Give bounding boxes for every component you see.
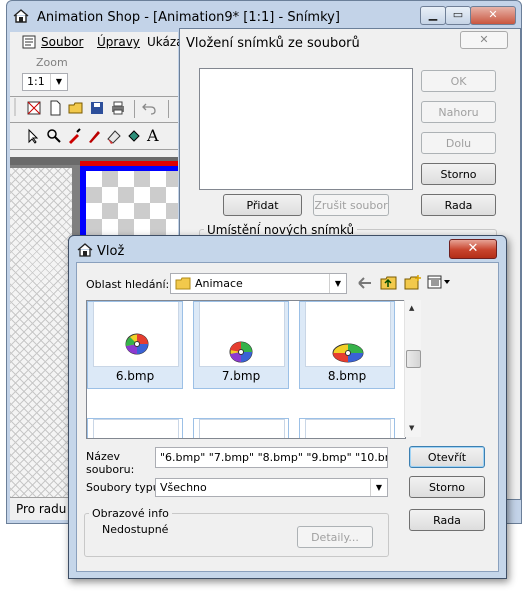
open-cancel-button[interactable]: Storno bbox=[409, 476, 485, 498]
open-folder-icon[interactable] bbox=[68, 100, 84, 116]
bmp-palette-icon bbox=[125, 333, 149, 355]
insert-dialog-close-button[interactable]: ✕ bbox=[460, 31, 508, 49]
minimize-button[interactable]: ▁ bbox=[420, 6, 446, 25]
app-home-icon bbox=[13, 9, 29, 23]
image-info-label: Obrazové info bbox=[89, 507, 172, 520]
menu-bar: Soubor Úpravy Ukáza bbox=[10, 32, 184, 52]
view-menu-icon[interactable] bbox=[427, 275, 451, 289]
look-in-value: Animace bbox=[195, 277, 243, 290]
close-icon: ✕ bbox=[467, 241, 479, 256]
file-tile[interactable]: 8.bmp bbox=[299, 301, 395, 389]
file-tile[interactable]: 7.bmp bbox=[193, 301, 289, 389]
file-list-scrollbar[interactable]: ▲ ▼ bbox=[404, 300, 421, 437]
file-thumbnail bbox=[305, 302, 391, 367]
frame-previous[interactable] bbox=[10, 168, 72, 497]
file-name: 7.bmp bbox=[221, 369, 261, 383]
image-info-value: Nedostupné bbox=[102, 523, 169, 536]
toolbar-area: Zoom 1:1 ▼ A bbox=[10, 52, 178, 157]
filetype-value: Všechno bbox=[160, 481, 207, 494]
down-button[interactable]: Dolu bbox=[421, 132, 496, 154]
fill-tool-icon[interactable] bbox=[126, 128, 142, 144]
minimize-icon: ▁ bbox=[428, 8, 438, 21]
eyedropper-tool-icon[interactable] bbox=[66, 128, 82, 144]
open-button[interactable]: Otevřít bbox=[409, 446, 485, 468]
open-dialog-title: Vlož bbox=[97, 244, 125, 259]
ok-button[interactable]: OK bbox=[421, 70, 496, 92]
filename-input[interactable]: "6.bmp" "7.bmp" "8.bmp" "9.bmp" "10.bmp"… bbox=[155, 447, 388, 468]
look-in-label: Oblast hledání: bbox=[86, 278, 170, 291]
details-button[interactable]: Detaily... bbox=[297, 526, 373, 548]
filename-label: Název souboru: bbox=[86, 450, 134, 476]
bmp-palette-icon bbox=[332, 343, 364, 363]
filetype-label: Soubory typu: bbox=[86, 481, 164, 494]
up-button[interactable]: Nahoru bbox=[421, 101, 496, 123]
main-close-button[interactable]: ✕ bbox=[470, 6, 516, 25]
maximize-icon: ▭ bbox=[452, 8, 464, 21]
zoom-tool-icon[interactable] bbox=[46, 128, 62, 144]
menu-soubor[interactable]: Soubor bbox=[41, 35, 83, 49]
file-thumbnail bbox=[93, 302, 179, 367]
up-folder-icon[interactable] bbox=[380, 274, 398, 290]
arrow-tool-icon[interactable] bbox=[26, 128, 42, 144]
file-name: 6.bmp bbox=[115, 369, 155, 383]
insert-dialog-title: Vložení snímků ze souborů bbox=[186, 36, 360, 51]
eraser-tool-icon[interactable] bbox=[106, 128, 122, 144]
add-file-button[interactable]: Přidat soubor... bbox=[223, 194, 302, 233]
insert-cancel-button[interactable]: Storno bbox=[421, 163, 496, 185]
chevron-down-icon: ▼ bbox=[50, 74, 67, 90]
close-icon: ✕ bbox=[488, 8, 498, 21]
zoom-label: Zoom bbox=[36, 56, 68, 69]
filetype-select[interactable]: Všechno ▼ bbox=[155, 478, 388, 497]
file-thumbnail bbox=[199, 302, 285, 367]
text-tool-icon[interactable]: A bbox=[147, 126, 159, 145]
remove-file-button[interactable]: Zrušit soubor bbox=[313, 194, 389, 216]
document-menu-icon[interactable] bbox=[22, 35, 36, 49]
folder-icon bbox=[175, 277, 191, 290]
file-tile[interactable] bbox=[193, 418, 289, 438]
file-name: 8.bmp bbox=[327, 369, 367, 383]
save-icon[interactable] bbox=[89, 100, 105, 116]
undo-icon[interactable] bbox=[141, 100, 157, 116]
filename-label-line2: souboru: bbox=[86, 463, 135, 476]
zoom-value: 1:1 bbox=[27, 75, 45, 88]
back-arrow-icon[interactable] bbox=[357, 276, 373, 290]
print-icon[interactable] bbox=[110, 100, 126, 116]
menu-upravy[interactable]: Úpravy bbox=[97, 35, 140, 49]
file-tile[interactable]: 6.bmp bbox=[87, 301, 183, 389]
file-tile[interactable] bbox=[299, 418, 395, 438]
new-animation-icon[interactable] bbox=[26, 100, 42, 116]
scroll-down-icon[interactable]: ▼ bbox=[409, 424, 414, 432]
bmp-palette-icon bbox=[229, 341, 253, 363]
chevron-down-icon: ▼ bbox=[329, 274, 346, 293]
open-help-button[interactable]: Rada bbox=[409, 509, 485, 531]
new-file-icon[interactable] bbox=[47, 100, 63, 116]
open-dialog-close-button[interactable]: ✕ bbox=[449, 239, 497, 259]
frames-file-list[interactable] bbox=[199, 68, 413, 190]
filename-label-line1: Název bbox=[86, 450, 121, 463]
scrollbar-thumb[interactable] bbox=[406, 350, 421, 368]
file-list-view[interactable]: 6.bmp 7.bmp 8.bmp bbox=[86, 300, 406, 439]
new-folder-icon[interactable] bbox=[404, 274, 422, 290]
file-tile[interactable] bbox=[87, 418, 183, 438]
chevron-down-icon: ▼ bbox=[370, 479, 387, 496]
paint-brush-tool-icon[interactable] bbox=[86, 128, 102, 144]
zoom-select[interactable]: 1:1 ▼ bbox=[22, 73, 68, 91]
close-icon: ✕ bbox=[479, 33, 489, 46]
look-in-select[interactable]: Animace ▼ bbox=[170, 273, 347, 294]
maximize-button[interactable]: ▭ bbox=[445, 6, 471, 25]
insert-help-button[interactable]: Rada bbox=[421, 194, 496, 216]
app-home-icon bbox=[77, 243, 93, 257]
scroll-up-icon[interactable]: ▲ bbox=[409, 304, 414, 312]
main-window-title: Animation Shop - [Animation9* [1:1] - Sn… bbox=[37, 10, 340, 25]
